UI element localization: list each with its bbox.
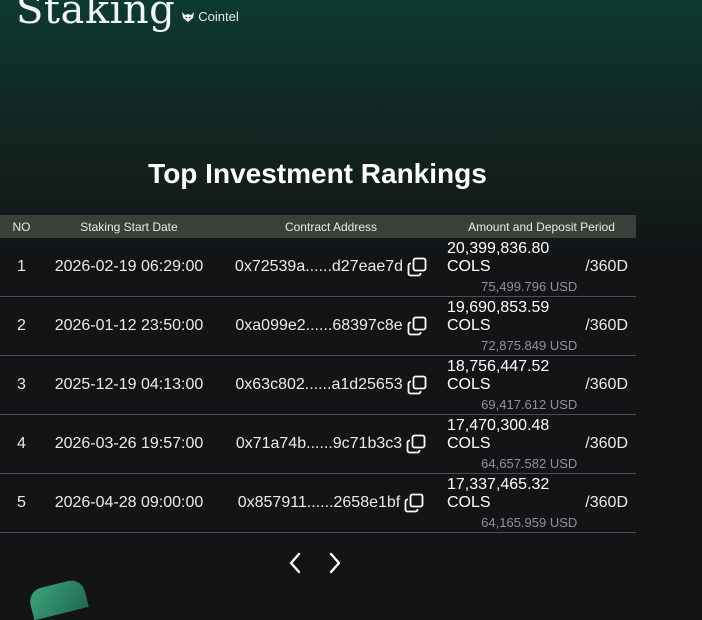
deposit-period: /360D — [585, 258, 628, 275]
cell-start-date: 2026-01-12 23:50:00 — [54, 317, 204, 334]
cell-amount: 20,399,836.80 COLS 75,499.796 USD/360D — [447, 240, 636, 294]
table-row: 5 2026-04-28 09:00:00 0x857911......2658e1… — [0, 474, 636, 533]
table-body: 1 2026-02-19 06:29:00 0x72539a......d27eae… — [0, 238, 636, 533]
table-row: 4 2026-03-26 19:57:00 0x71a74b......9c71b3… — [0, 415, 636, 474]
address-text: 0x71a74b......9c71b3c3 — [235, 435, 403, 452]
cell-start-date: 2026-02-19 06:29:00 — [54, 258, 204, 275]
cell-start-date: 2025-12-19 04:13:00 — [54, 376, 204, 393]
next-page-button[interactable] — [326, 550, 344, 576]
amount-stack: 19,690,853.59 COLS 72,875.849 USD — [447, 299, 577, 353]
chevron-left-icon — [289, 552, 301, 574]
amount-usd: 72,875.849 USD — [481, 338, 578, 353]
cell-start-date: 2026-04-28 09:00:00 — [54, 494, 204, 511]
amount-cols: 18,756,447.52 COLS — [447, 358, 550, 393]
amount-cols: 17,470,300.48 COLS — [447, 417, 550, 452]
address-text: 0x857911......2658e1bf — [237, 494, 401, 511]
cell-start-date: 2026-03-26 19:57:00 — [54, 435, 204, 452]
copy-icon[interactable] — [407, 375, 427, 395]
cell-contract-address: 0xa099e2......68397c8e — [215, 316, 447, 336]
rankings-table: NO Staking Start Date Contract Address A… — [0, 215, 636, 533]
prev-page-button[interactable] — [286, 550, 304, 576]
amount-cols: 20,399,836.80 COLS — [447, 240, 550, 275]
header-date: Staking Start Date — [80, 219, 178, 234]
header-amount: Amount and Deposit Period — [468, 219, 615, 234]
address-text: 0xa099e2......68397c8e — [235, 317, 403, 334]
cell-amount: 17,337,465.32 COLS 64,165.959 USD/360D — [447, 476, 636, 530]
amount-usd: 69,417.612 USD — [481, 397, 578, 412]
chevron-right-icon — [329, 552, 341, 574]
table-header: NO Staking Start Date Contract Address A… — [0, 215, 636, 238]
amount-stack: 20,399,836.80 COLS 75,499.796 USD — [447, 240, 577, 294]
amount-stack: 17,337,465.32 COLS 64,165.959 USD — [447, 476, 577, 530]
copy-icon[interactable] — [404, 493, 424, 513]
cell-rank: 4 — [17, 435, 26, 452]
cell-rank: 1 — [17, 258, 26, 275]
cell-contract-address: 0x71a74b......9c71b3c3 — [215, 434, 447, 454]
brand-title: Staking — [16, 0, 176, 33]
header-address: Contract Address — [284, 219, 378, 234]
cell-rank: 3 — [17, 376, 26, 393]
deposit-period: /360D — [585, 317, 628, 334]
amount-stack: 17,470,300.48 COLS 64,657.582 USD — [447, 417, 577, 471]
cell-rank: 2 — [17, 317, 26, 334]
copy-icon[interactable] — [407, 316, 427, 336]
copy-icon[interactable] — [406, 434, 426, 454]
brand-logo: Cointel — [181, 9, 239, 24]
cell-amount: 17,470,300.48 COLS 64,657.582 USD/360D — [447, 417, 636, 471]
decorative-shape — [27, 577, 89, 620]
cell-contract-address: 0x63c802......a1d25653 — [215, 375, 447, 395]
brand: Staking Cointel — [16, 0, 239, 34]
page-title: Top Investment Rankings — [148, 158, 487, 189]
pagination — [286, 550, 344, 576]
header-no: NO — [12, 219, 31, 234]
table-row: 2 2026-01-12 23:50:00 0xa099e2......68397c… — [0, 297, 636, 356]
amount-usd: 75,499.796 USD — [481, 279, 578, 294]
amount-usd: 64,657.582 USD — [481, 456, 578, 471]
deposit-period: /360D — [585, 435, 628, 452]
cell-amount: 18,756,447.52 COLS 69,417.612 USD/360D — [447, 358, 636, 412]
table-row: 1 2026-02-19 06:29:00 0x72539a......d27eae… — [0, 238, 636, 297]
fox-logo-icon — [182, 11, 195, 22]
table-row: 3 2025-12-19 04:13:00 0x63c802......a1d256… — [0, 356, 636, 415]
brand-logo-text: Cointel — [198, 9, 239, 24]
amount-usd: 64,165.959 USD — [481, 515, 578, 530]
amount-stack: 18,756,447.52 COLS 69,417.612 USD — [447, 358, 577, 412]
address-text: 0x72539a......d27eae7d — [234, 258, 404, 275]
address-text: 0x63c802......a1d25653 — [235, 376, 403, 393]
cell-amount: 19,690,853.59 COLS 72,875.849 USD/360D — [447, 299, 636, 353]
cell-contract-address: 0x72539a......d27eae7d — [215, 257, 447, 277]
amount-cols: 19,690,853.59 COLS — [447, 299, 550, 334]
deposit-period: /360D — [585, 494, 628, 511]
deposit-period: /360D — [585, 376, 628, 393]
cell-contract-address: 0x857911......2658e1bf — [215, 493, 447, 513]
amount-cols: 17,337,465.32 COLS — [447, 476, 550, 511]
copy-icon[interactable] — [407, 257, 427, 277]
cell-rank: 5 — [17, 494, 26, 511]
